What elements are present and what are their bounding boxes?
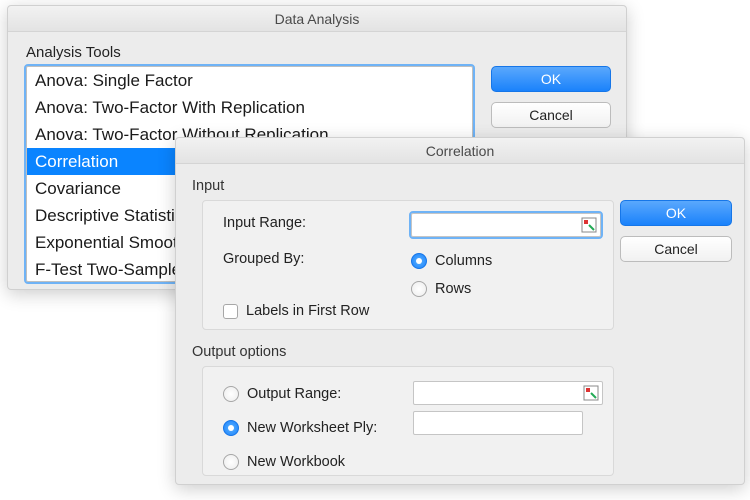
radio-icon — [223, 420, 239, 436]
output-group: Output Range: New Worksheet Ply: New Wor… — [202, 366, 614, 476]
list-item[interactable]: Anova: Single Factor — [27, 67, 472, 94]
input-section-label: Input — [192, 178, 224, 194]
range-selector-icon[interactable] — [581, 217, 597, 233]
checkbox-icon — [223, 304, 238, 319]
labels-first-row-checkbox[interactable]: Labels in First Row — [223, 303, 369, 319]
window-title: Data Analysis — [8, 6, 626, 32]
new-worksheet-ply-field[interactable] — [413, 411, 583, 435]
radio-icon — [223, 454, 239, 470]
analysis-tools-label: Analysis Tools — [26, 44, 121, 61]
input-group: Input Range: Grouped By: — [202, 200, 614, 330]
radio-icon — [411, 281, 427, 297]
new-worksheet-ply-option[interactable]: New Worksheet Ply: — [223, 413, 377, 443]
option-label: New Worksheet Ply: — [247, 420, 377, 436]
list-item[interactable]: Anova: Two-Factor With Replication — [27, 94, 472, 121]
input-range-field[interactable] — [411, 213, 601, 237]
correlation-window: Correlation Input Input Range: Groupe — [175, 137, 745, 485]
output-range-field[interactable] — [413, 381, 603, 405]
grouped-by-rows-option[interactable]: Rows — [411, 277, 492, 301]
option-label: Rows — [435, 281, 471, 297]
option-label: New Workbook — [247, 454, 345, 470]
radio-icon — [411, 253, 427, 269]
ok-button[interactable]: OK — [620, 200, 732, 226]
cancel-button[interactable]: Cancel — [620, 236, 732, 262]
grouped-by-label: Grouped By: — [223, 251, 304, 267]
option-label: Output Range: — [247, 386, 341, 402]
option-label: Columns — [435, 253, 492, 269]
ok-button[interactable]: OK — [491, 66, 611, 92]
input-range-label: Input Range: — [223, 215, 306, 231]
cancel-button[interactable]: Cancel — [491, 102, 611, 128]
grouped-by-columns-option[interactable]: Columns — [411, 249, 492, 273]
window-title: Correlation — [176, 138, 744, 164]
radio-icon — [223, 386, 239, 402]
new-workbook-option[interactable]: New Workbook — [223, 447, 377, 477]
output-section-label: Output options — [192, 344, 286, 360]
output-range-option[interactable]: Output Range: — [223, 379, 377, 409]
checkbox-label: Labels in First Row — [246, 303, 369, 319]
range-selector-icon[interactable] — [583, 385, 599, 401]
